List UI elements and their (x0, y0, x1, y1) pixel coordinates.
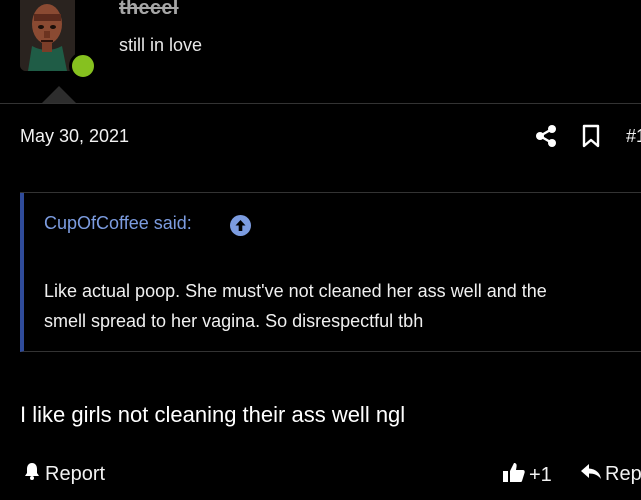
report-label: Report (45, 462, 106, 485)
divider (0, 103, 641, 104)
post-date[interactable]: May 30, 2021 (20, 126, 129, 147)
quote-line: Like actual poop. She must've not cleane… (44, 281, 547, 301)
like-button[interactable]: +1 (502, 461, 552, 489)
like-count: +1 (529, 463, 552, 486)
bell-icon (22, 461, 42, 487)
avatar[interactable] (20, 0, 75, 71)
quote-author[interactable]: CupOfCoffee said: (44, 213, 192, 234)
share-icon[interactable] (535, 124, 557, 153)
username[interactable]: thecel (119, 0, 179, 20)
post-body: I like girls not cleaning their ass well… (20, 402, 406, 427)
avatar-image (20, 0, 75, 71)
report-button[interactable]: Report (22, 461, 105, 487)
quote-jump-icon[interactable] (230, 215, 251, 236)
user-card-pointer (42, 86, 76, 103)
quote-line: smell spread to her vagina. So disrespec… (44, 311, 424, 331)
bookmark-icon[interactable] (582, 124, 600, 153)
reply-button[interactable]: Rep (580, 461, 641, 487)
thumbs-up-icon (502, 461, 526, 489)
reply-arrow-icon (580, 461, 602, 487)
user-title: still in love (119, 35, 203, 55)
quote-text: Like actual poop. She must've not cleane… (44, 276, 641, 336)
post-number-link[interactable]: #1 (626, 126, 641, 147)
online-status-dot (69, 52, 97, 80)
reply-label: Rep (605, 462, 641, 485)
